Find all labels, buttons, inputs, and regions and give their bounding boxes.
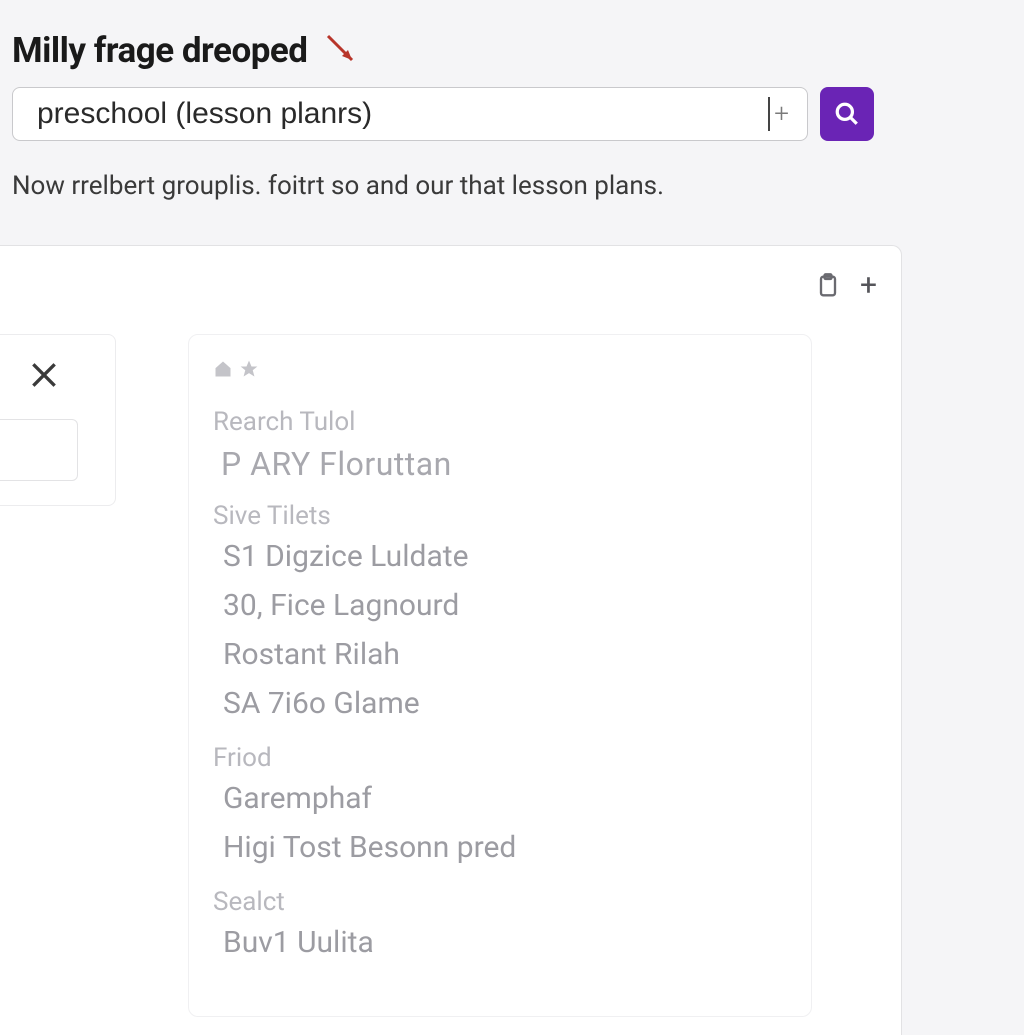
list-item[interactable]: SA 7i6o Glame: [223, 686, 787, 721]
group-label-1: Rearch Tulol: [213, 407, 787, 437]
home-icon: [213, 359, 233, 385]
search-input[interactable]: [37, 97, 758, 131]
item-list-3: Garemphaf Higi Tost Besonn pred: [223, 781, 787, 865]
group-label-2: Sive Tilets: [213, 501, 787, 531]
page-title: Milly frage dreoped: [12, 30, 1012, 71]
star-icon: [239, 359, 259, 385]
close-icon[interactable]: [28, 359, 60, 391]
side-mini-panel: [0, 334, 116, 506]
list-item[interactable]: S1 Digzice Luldate: [223, 539, 787, 574]
mini-field[interactable]: [0, 419, 78, 481]
item-list-4: Buv1 Uulita: [223, 925, 787, 960]
results-card: Rearch Tulol P ARY Floruttan Sive Tilets…: [188, 334, 812, 1017]
helper-text: Now rrelbert grouplis. foitrt so and our…: [0, 171, 1024, 201]
item-list-2: S1 Digzice Luldate 30, Fice Lagnourd Ros…: [223, 539, 787, 721]
card-header-icons: [213, 359, 787, 385]
panel-toolbar: +: [814, 268, 877, 303]
group-label-4: Sealct: [213, 887, 787, 917]
add-filter-icon[interactable]: +: [770, 99, 793, 129]
search-icon: [834, 101, 860, 127]
add-panel-icon[interactable]: +: [860, 268, 877, 303]
list-item[interactable]: Rostant Rilah: [223, 637, 787, 672]
search-button[interactable]: [820, 87, 874, 141]
results-panel: + Rearch Tulol P ARY Floruttan Sive Tile…: [0, 245, 902, 1035]
list-item[interactable]: Garemphaf: [223, 781, 787, 816]
clipboard-icon[interactable]: [814, 272, 842, 300]
result-heading-1[interactable]: P ARY Floruttan: [221, 445, 787, 483]
list-item[interactable]: Higi Tost Besonn pred: [223, 830, 787, 865]
search-row: +: [12, 87, 1012, 141]
search-input-container[interactable]: +: [12, 87, 808, 141]
group-label-3: Friod: [213, 743, 787, 773]
list-item[interactable]: 30, Fice Lagnourd: [223, 588, 787, 623]
list-item[interactable]: Buv1 Uulita: [223, 925, 787, 960]
